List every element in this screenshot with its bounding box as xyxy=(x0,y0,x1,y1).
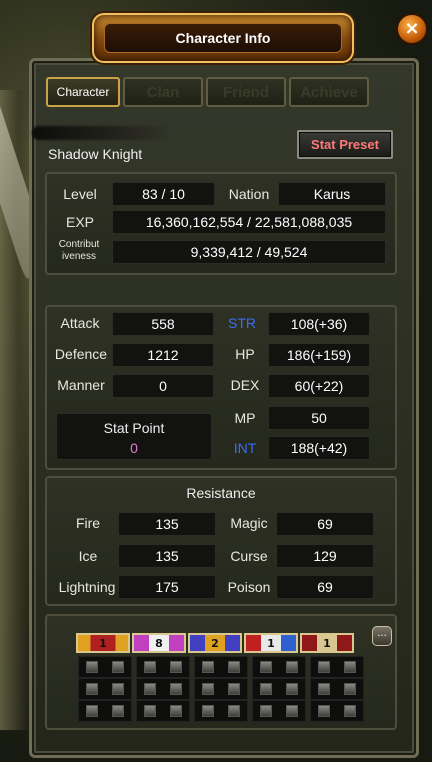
nation-value: Karus xyxy=(278,182,386,206)
poison-label: Poison xyxy=(227,579,271,595)
close-button[interactable]: × xyxy=(396,13,428,45)
mp-value: 50 xyxy=(268,406,370,430)
level-value: 83 / 10 xyxy=(112,182,215,206)
contributiveness-value: 9,339,412 / 49,524 xyxy=(112,240,386,264)
defence-label: Defence xyxy=(54,346,108,362)
badge-5[interactable]: 1 xyxy=(300,633,354,653)
tab-bar: Character Clan Friend Achieve xyxy=(46,77,369,109)
lightning-label: Lightning xyxy=(58,579,116,595)
slot[interactable] xyxy=(310,700,364,722)
badge-1[interactable]: 1 xyxy=(76,633,130,653)
hp-value: 186(+159) xyxy=(268,343,370,367)
slot[interactable] xyxy=(136,678,190,700)
fire-label: Fire xyxy=(75,515,101,531)
manner-label: Manner xyxy=(57,377,105,393)
badge-row: 1 8 2 1 1 xyxy=(76,633,354,653)
slot[interactable] xyxy=(194,678,248,700)
stat-point-label: Stat Point xyxy=(103,420,165,436)
character-class: Shadow Knight xyxy=(48,146,143,162)
tab-character[interactable]: Character xyxy=(46,77,120,107)
chat-bubble-icon[interactable]: ··· xyxy=(372,626,392,646)
attack-label: Attack xyxy=(60,315,100,331)
badge-2[interactable]: 8 xyxy=(132,633,186,653)
resistance-title: Resistance xyxy=(186,485,256,501)
slot[interactable] xyxy=(78,656,132,678)
exp-label: EXP xyxy=(65,214,94,230)
poison-value: 69 xyxy=(276,575,374,599)
slot[interactable] xyxy=(310,678,364,700)
int-value: 188(+42) xyxy=(268,436,370,460)
hp-label: HP xyxy=(235,346,255,362)
tab-clan[interactable]: Clan xyxy=(123,77,203,107)
dex-value: 60(+22) xyxy=(268,374,370,398)
slot[interactable] xyxy=(252,656,306,678)
magic-label: Magic xyxy=(230,515,268,531)
dex-label: DEX xyxy=(230,377,260,393)
int-label[interactable]: INT xyxy=(222,440,268,456)
achievement-slot-grid xyxy=(78,656,364,722)
manner-value: 0 xyxy=(112,374,214,398)
slot[interactable] xyxy=(252,678,306,700)
slot[interactable] xyxy=(194,656,248,678)
mp-label: MP xyxy=(234,410,256,426)
slot[interactable] xyxy=(252,700,306,722)
tab-friend[interactable]: Friend xyxy=(206,77,286,107)
slot[interactable] xyxy=(136,700,190,722)
nation-label: Nation xyxy=(228,186,270,202)
magic-value: 69 xyxy=(276,512,374,536)
level-label: Level xyxy=(63,186,97,202)
curse-value: 129 xyxy=(276,544,374,568)
attack-value: 558 xyxy=(112,312,214,336)
lightning-value: 175 xyxy=(118,575,216,599)
window-titlebar[interactable]: Character Info xyxy=(92,13,354,63)
stat-point-value: 0 xyxy=(130,440,138,456)
defence-value: 1212 xyxy=(112,343,214,367)
close-icon: × xyxy=(404,18,420,39)
slot[interactable] xyxy=(136,656,190,678)
tab-achieve[interactable]: Achieve xyxy=(289,77,369,107)
slot[interactable] xyxy=(310,656,364,678)
ice-value: 135 xyxy=(118,544,216,568)
contributiveness-label: Contribut iveness xyxy=(58,239,100,262)
ice-label: Ice xyxy=(78,548,98,564)
exp-value: 16,360,162,554 / 22,581,088,035 xyxy=(112,210,386,234)
badge-3[interactable]: 2 xyxy=(188,633,242,653)
stat-preset-button[interactable]: Stat Preset xyxy=(297,130,393,159)
slot[interactable] xyxy=(78,700,132,722)
curse-label: Curse xyxy=(230,548,268,564)
redacted-character-name xyxy=(32,126,170,140)
slot[interactable] xyxy=(194,700,248,722)
str-label[interactable]: STR xyxy=(222,315,262,331)
str-value: 108(+36) xyxy=(268,312,370,336)
badge-4[interactable]: 1 xyxy=(244,633,298,653)
stat-preset-label: Stat Preset xyxy=(311,137,379,152)
fire-value: 135 xyxy=(118,512,216,536)
window-title: Character Info xyxy=(175,30,271,46)
stat-point-box: Stat Point 0 xyxy=(56,413,212,460)
slot[interactable] xyxy=(78,678,132,700)
